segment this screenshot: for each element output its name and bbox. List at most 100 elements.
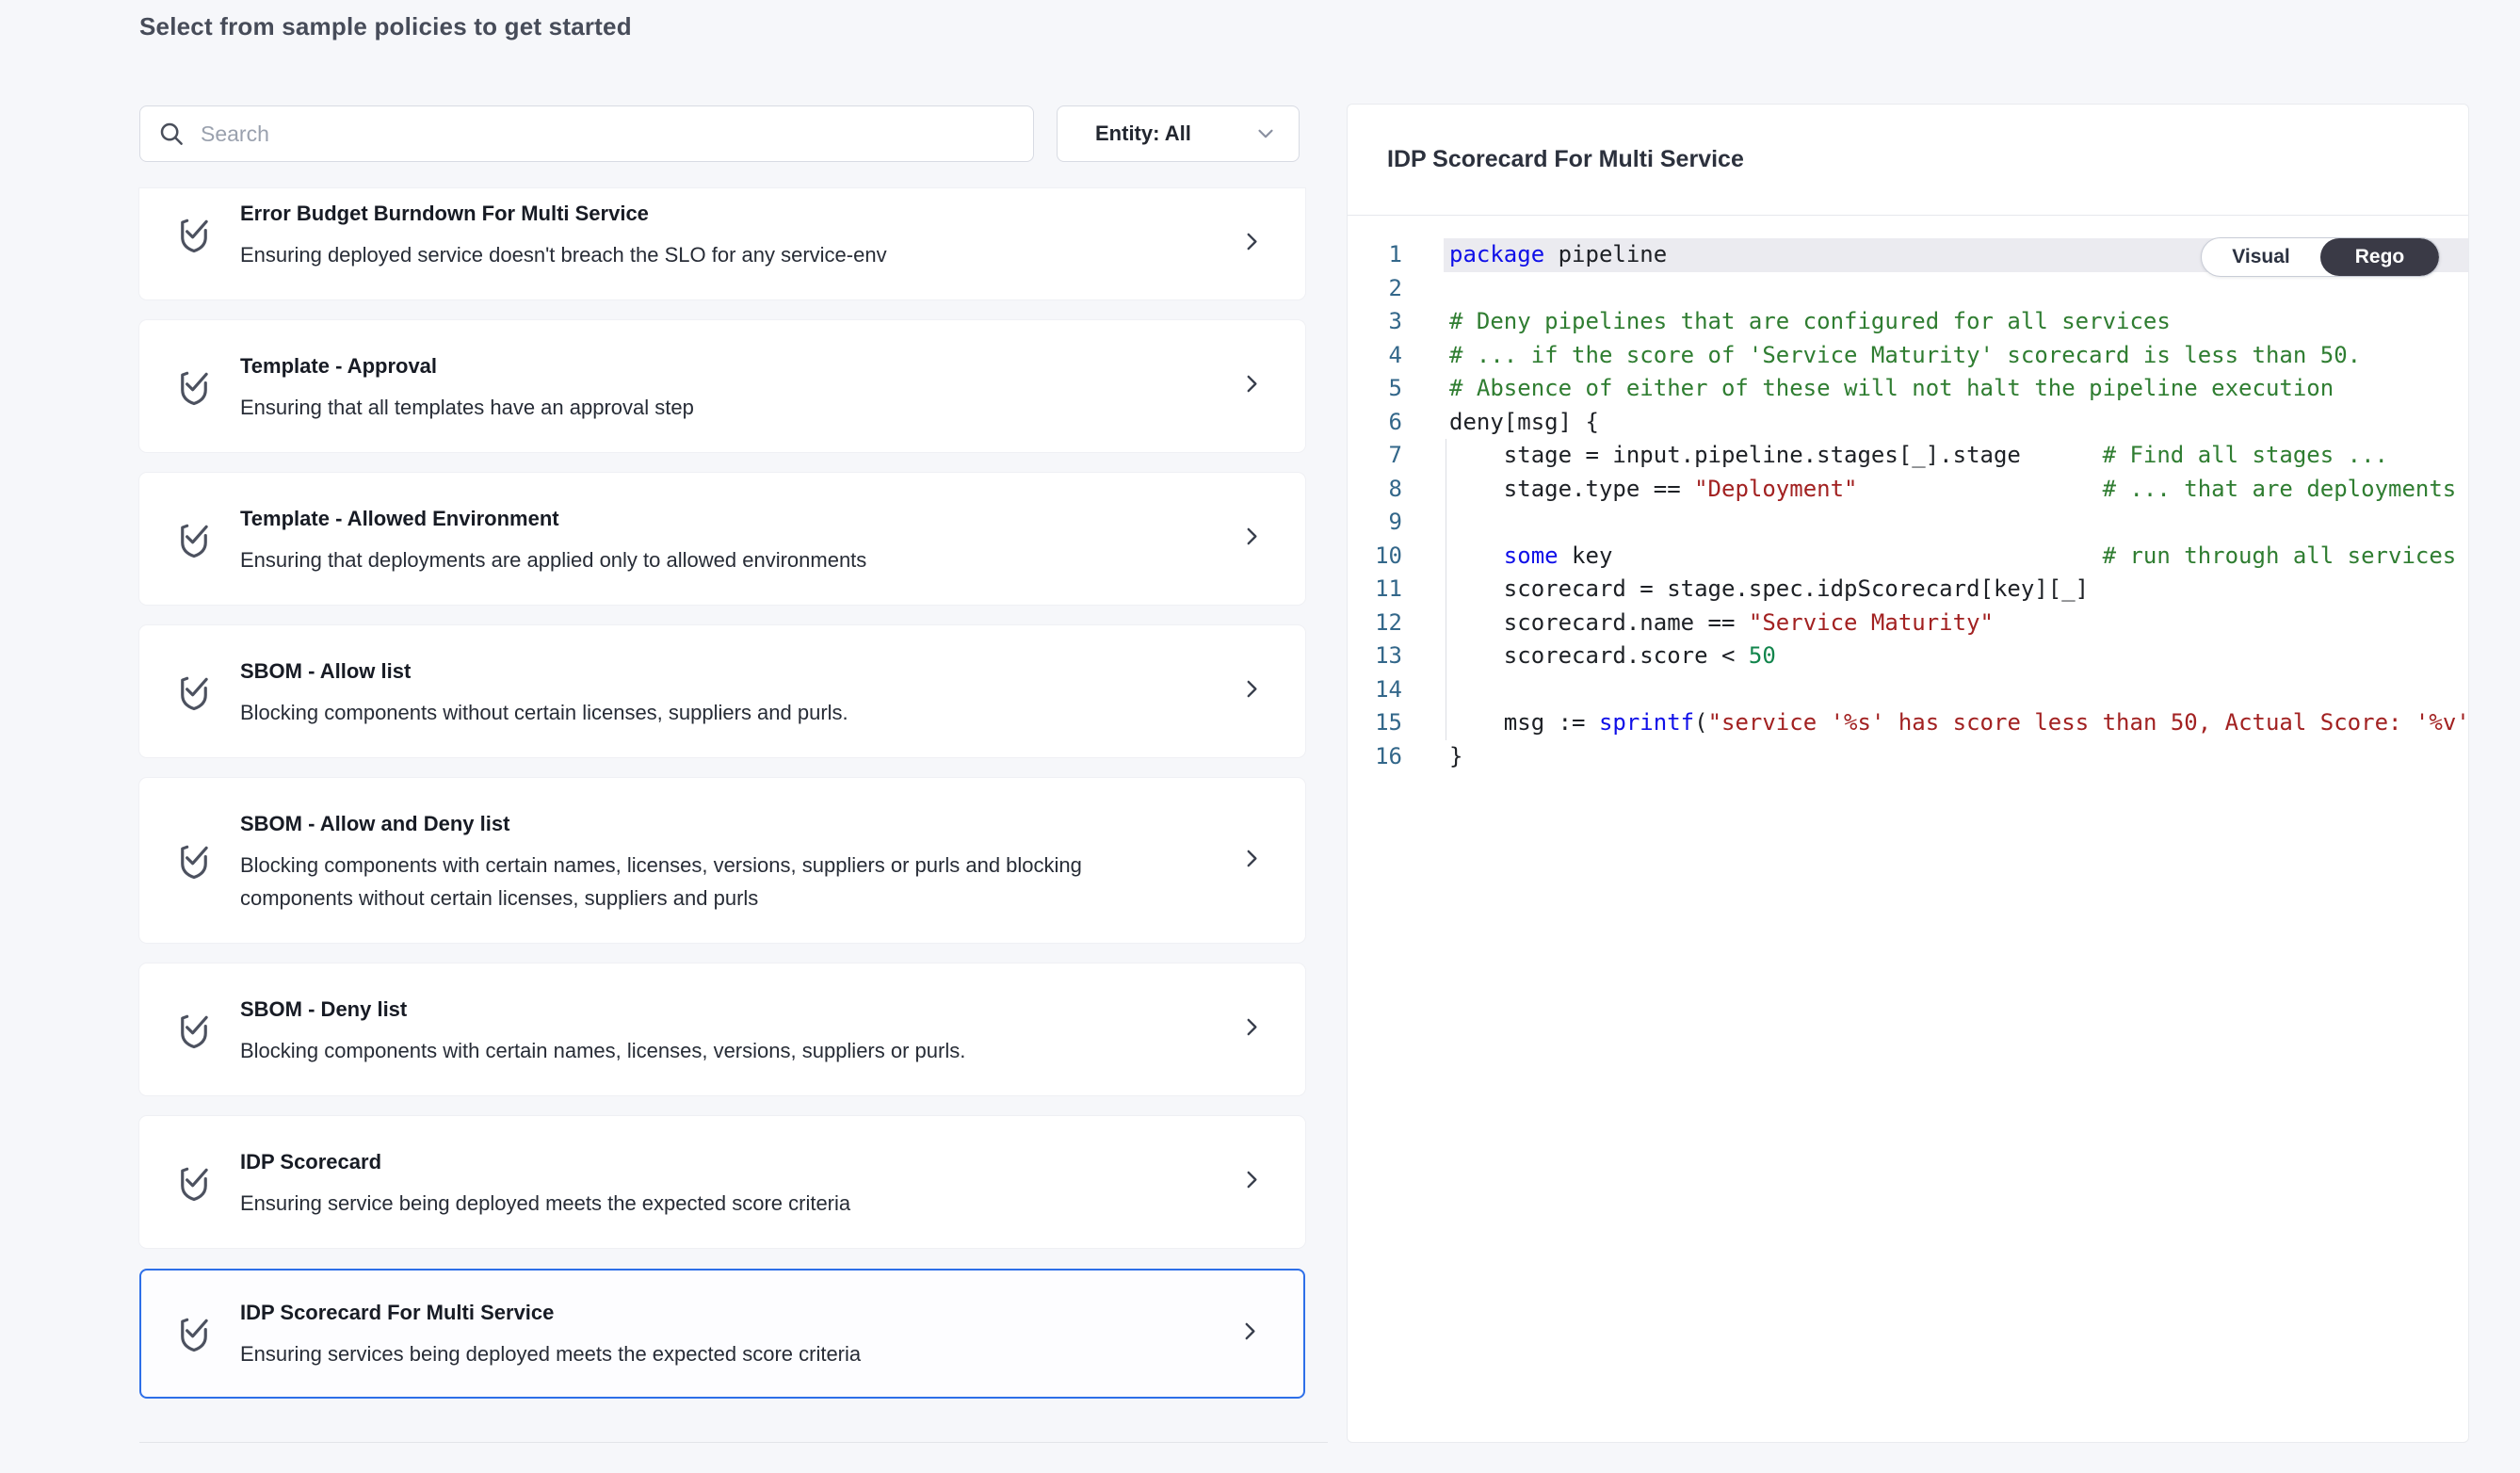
chevron-right-icon (1239, 1166, 1264, 1199)
line-number: 12 (1348, 607, 1402, 640)
code-line: 8 stage.type == "Deployment" # ... that … (1348, 473, 2468, 507)
code-text: deny[msg] { (1444, 406, 2468, 440)
code-lines: 1package pipeline23# Deny pipelines that… (1348, 238, 2468, 773)
list-bottom-divider (139, 1442, 1328, 1443)
policy-list: Error Budget Burndown For Multi Service … (139, 188, 1305, 1419)
policy-card[interactable]: Template - Allowed Environment Ensuring … (139, 473, 1305, 605)
line-number: 14 (1348, 673, 1402, 707)
code-line: 4# ... if the score of 'Service Maturity… (1348, 339, 2468, 373)
line-number: 10 (1348, 540, 1402, 574)
policy-text: SBOM - Allow list Blocking components wi… (240, 659, 1202, 729)
code-line: 5# Absence of either of these will not h… (1348, 372, 2468, 406)
code-text: stage.type == "Deployment" # ... that ar… (1444, 473, 2468, 507)
policy-text: SBOM - Allow and Deny list Blocking comp… (240, 812, 1202, 915)
line-number: 6 (1348, 406, 1402, 440)
line-number: 8 (1348, 473, 1402, 507)
code-text: } (1444, 740, 2468, 774)
view-mode-toggle[interactable]: Visual Rego (2201, 237, 2440, 277)
code-text: stage = input.pipeline.stages[_].stage #… (1444, 439, 2468, 473)
policy-card[interactable]: Template - Approval Ensuring that all te… (139, 320, 1305, 452)
code-line: 15 msg := sprintf("service '%s' has scor… (1348, 706, 2468, 740)
policy-text: Error Budget Burndown For Multi Service … (240, 202, 1202, 271)
policy-title: IDP Scorecard For Multi Service (240, 1301, 1202, 1325)
policy-card[interactable]: IDP Scorecard Ensuring service being dep… (139, 1116, 1305, 1248)
policy-card[interactable]: SBOM - Allow list Blocking components wi… (139, 625, 1305, 757)
code-line: 3 # Deny pipelines that are configured fo… (1348, 305, 2468, 339)
shield-check-icon (174, 1161, 214, 1209)
policy-description: Blocking components without certain lice… (240, 696, 1107, 729)
chevron-right-icon (1239, 370, 1264, 403)
line-number: 11 (1348, 573, 1402, 607)
policy-title: Error Budget Burndown For Multi Service (240, 202, 1202, 226)
entity-filter-label: Entity: All (1095, 121, 1253, 146)
code-line: 13 scorecard.score < 50 (1348, 639, 2468, 673)
code-text: # Deny pipelines that are configured for… (1444, 305, 2468, 339)
code-text: msg := sprintf("service '%s' has score l… (1444, 706, 2468, 740)
code-line: 6 deny[msg] { (1348, 406, 2468, 440)
policy-title: Template - Allowed Environment (240, 507, 1202, 531)
chevron-right-icon (1239, 675, 1264, 708)
policy-description: Ensuring that all templates have an appr… (240, 391, 1107, 424)
line-number: 9 (1348, 506, 1402, 540)
policy-title: SBOM - Allow and Deny list (240, 812, 1202, 836)
policy-title: Template - Approval (240, 354, 1202, 379)
line-number: 7 (1348, 439, 1402, 473)
policy-title: SBOM - Deny list (240, 997, 1202, 1022)
policy-description: Ensuring services being deployed meets t… (240, 1337, 1107, 1370)
code-text (1444, 673, 2468, 707)
search-box[interactable] (139, 105, 1034, 162)
shield-check-icon (174, 839, 214, 887)
shield-check-icon (174, 1312, 214, 1360)
rego-toggle-button[interactable]: Rego (2320, 238, 2439, 276)
panel-title: IDP Scorecard For Multi Service (1387, 146, 1744, 173)
policy-detail-panel: IDP Scorecard For Multi Service Visual R… (1347, 104, 2469, 1443)
policy-text: SBOM - Deny list Blocking components wit… (240, 997, 1202, 1067)
code-line: 11 scorecard = stage.spec.idpScorecard[k… (1348, 573, 2468, 607)
policy-description: Ensuring service being deployed meets th… (240, 1187, 1107, 1220)
policy-description: Blocking components with certain names, … (240, 849, 1107, 915)
code-line: 9 (1348, 506, 2468, 540)
code-line: 14 (1348, 673, 2468, 707)
policy-description: Ensuring deployed service doesn't breach… (240, 238, 1107, 271)
panel-header: IDP Scorecard For Multi Service (1348, 105, 2468, 216)
line-number: 13 (1348, 639, 1402, 673)
policy-card[interactable]: IDP Scorecard For Multi Service Ensuring… (139, 1269, 1305, 1399)
line-number: 4 (1348, 339, 1402, 373)
policy-card[interactable]: Error Budget Burndown For Multi Service … (139, 188, 1305, 299)
policy-text: IDP Scorecard For Multi Service Ensuring… (240, 1301, 1202, 1370)
visual-toggle-button[interactable]: Visual (2202, 238, 2320, 276)
code-text: scorecard.name == "Service Maturity" (1444, 607, 2468, 640)
policy-title: SBOM - Allow list (240, 659, 1202, 684)
chevron-right-icon (1239, 844, 1264, 877)
shield-check-icon (174, 671, 214, 719)
policy-card[interactable]: SBOM - Allow and Deny list Blocking comp… (139, 778, 1305, 943)
chevron-right-icon (1239, 523, 1264, 556)
code-line: 12 scorecard.name == "Service Maturity" (1348, 607, 2468, 640)
entity-filter-dropdown[interactable]: Entity: All (1057, 105, 1300, 162)
line-number: 1 (1348, 238, 1402, 272)
page-title: Select from sample policies to get start… (139, 12, 632, 41)
chevron-right-icon (1239, 228, 1264, 261)
shield-check-icon (174, 365, 214, 413)
chevron-right-icon (1239, 1013, 1264, 1046)
line-number: 3 (1348, 305, 1402, 339)
code-line: 7 stage = input.pipeline.stages[_].stage… (1348, 439, 2468, 473)
code-text: scorecard = stage.spec.idpScorecard[key]… (1444, 573, 2468, 607)
policy-card[interactable]: SBOM - Deny list Blocking components wit… (139, 963, 1305, 1095)
policy-text: Template - Allowed Environment Ensuring … (240, 507, 1202, 576)
policy-text: Template - Approval Ensuring that all te… (240, 354, 1202, 424)
line-number: 2 (1348, 272, 1402, 306)
shield-check-icon (174, 518, 214, 566)
code-editor[interactable]: 1package pipeline23# Deny pipelines that… (1348, 216, 2468, 773)
line-number: 15 (1348, 706, 1402, 740)
policy-description: Blocking components with certain names, … (240, 1034, 1107, 1067)
line-number: 16 (1348, 740, 1402, 774)
search-input[interactable] (199, 121, 1016, 148)
chevron-right-icon (1237, 1318, 1262, 1351)
code-text: some key # run through all services (1444, 540, 2468, 574)
policy-description: Ensuring that deployments are applied on… (240, 543, 1107, 576)
chevron-down-icon (1253, 121, 1278, 146)
code-text (1444, 506, 2468, 540)
shield-check-icon (174, 1009, 214, 1057)
shield-check-icon (174, 213, 214, 261)
